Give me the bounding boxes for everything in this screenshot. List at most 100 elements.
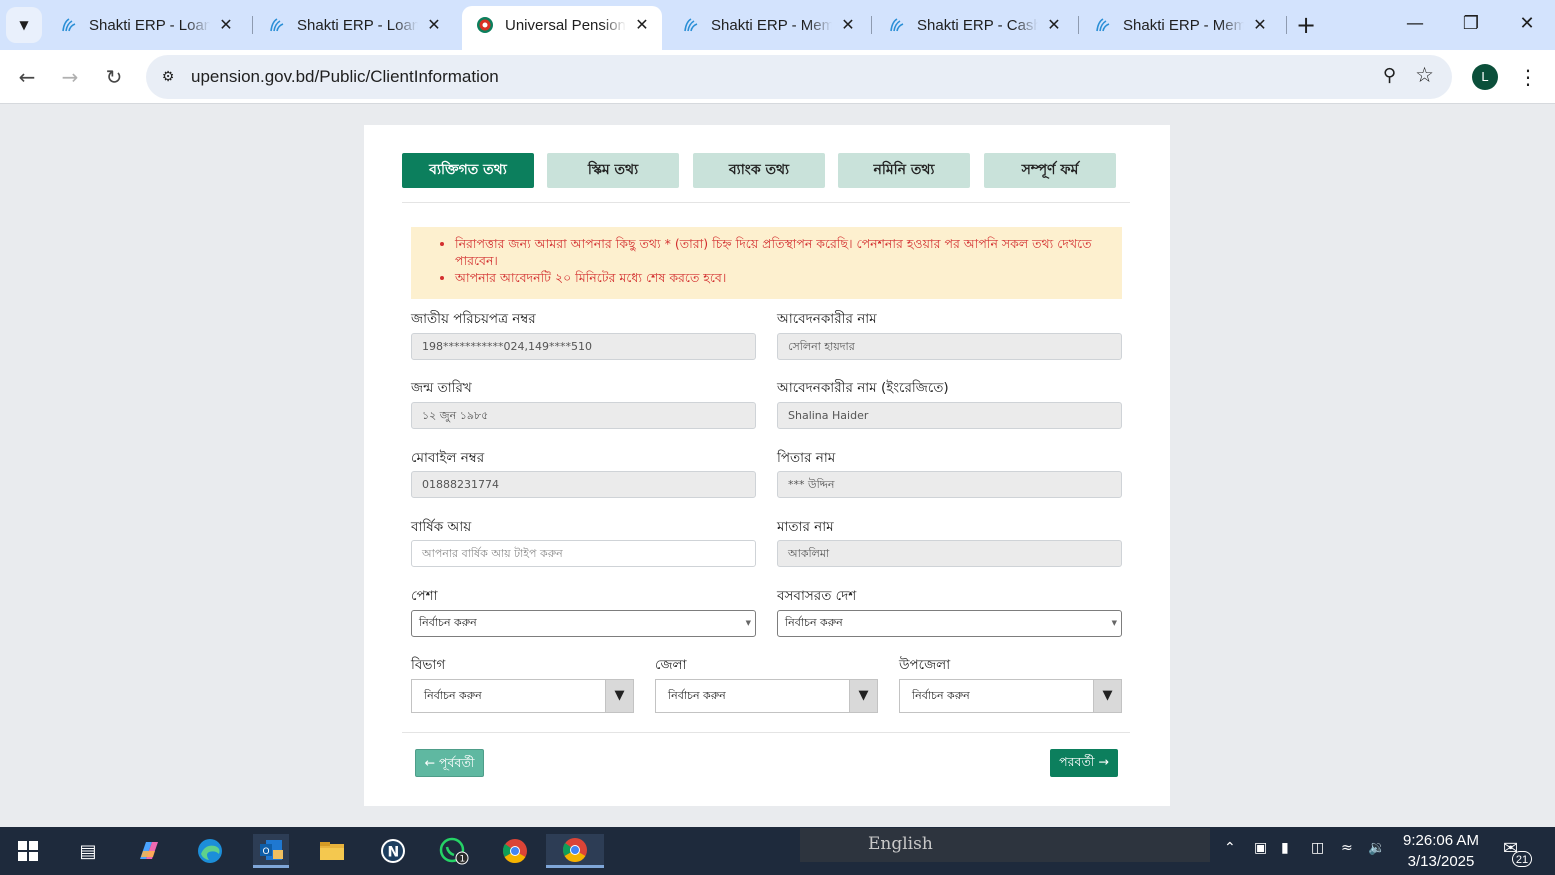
minimize-icon[interactable]: — bbox=[1387, 8, 1443, 40]
tab-separator bbox=[1286, 16, 1287, 34]
step-personal-info[interactable]: ব্যক্তিগত তথ্য bbox=[402, 153, 534, 188]
url-text: upension.gov.bd/Public/ClientInformation bbox=[191, 67, 499, 86]
show-hidden-icons-chevron-icon[interactable]: ⌃ bbox=[1224, 840, 1236, 856]
browser-tab[interactable]: Shakti ERP - Memb ✕ bbox=[668, 6, 868, 44]
district-label: জেলা bbox=[655, 657, 687, 673]
dropdown-arrow-icon[interactable]: ▼ bbox=[849, 680, 877, 712]
close-tab-icon[interactable]: ✕ bbox=[632, 15, 652, 35]
division-selected: নির্বাচন করুন bbox=[424, 689, 482, 702]
ime-language[interactable]: English bbox=[868, 834, 933, 854]
caret-down-icon: ▼ bbox=[745, 619, 751, 627]
profile-avatar[interactable]: L bbox=[1472, 64, 1498, 90]
father-name-label: পিতার নাম bbox=[777, 450, 836, 466]
close-tab-icon[interactable]: ✕ bbox=[424, 15, 444, 35]
copilot-icon[interactable] bbox=[131, 834, 167, 868]
forward-arrow-icon[interactable]: → bbox=[54, 61, 86, 93]
tab-search-button[interactable]: ▼ bbox=[6, 7, 42, 43]
warning-notice: নিরাপত্তার জন্য আমরা আপনার কিছু তথ্য * (… bbox=[411, 227, 1122, 299]
wifi-icon[interactable]: ≈ bbox=[1341, 840, 1353, 856]
annual-income-input[interactable]: আপনার বার্ষিক আয় টাইপ করুন bbox=[411, 540, 756, 567]
nid-field: 198***********024,149****510 bbox=[411, 333, 756, 360]
universal-pension-favicon bbox=[477, 17, 493, 33]
step-nominee-info[interactable]: নমিনি তথ্য bbox=[838, 153, 970, 188]
division-label: বিভাগ bbox=[411, 657, 446, 673]
chrome-icon[interactable] bbox=[497, 834, 533, 868]
chrome-active-icon[interactable] bbox=[546, 834, 604, 868]
divider bbox=[402, 202, 1130, 203]
close-tab-icon[interactable]: ✕ bbox=[1044, 15, 1064, 35]
client-information-card: ব্যক্তিগত তথ্য স্কিম তথ্য ব্যাংক তথ্য নম… bbox=[364, 125, 1170, 806]
district-select[interactable]: নির্বাচন করুন ▼ bbox=[655, 679, 878, 713]
browser-tab[interactable]: Shakti ERP - Cash I ✕ bbox=[874, 6, 1074, 44]
shakti-erp-favicon bbox=[684, 18, 698, 32]
shakti-erp-favicon bbox=[1096, 18, 1110, 32]
profession-select[interactable]: নির্বাচন করুন ▼ bbox=[411, 610, 756, 637]
outlook-icon[interactable]: O bbox=[253, 834, 289, 868]
browser-menu-icon[interactable]: ⋮ bbox=[1516, 62, 1540, 92]
upazila-select[interactable]: নির্বাচন করুন ▼ bbox=[899, 679, 1122, 713]
volume-icon[interactable]: 🔉 bbox=[1368, 840, 1385, 856]
back-arrow-icon[interactable]: ← bbox=[11, 61, 43, 93]
close-tab-icon[interactable]: ✕ bbox=[216, 15, 236, 35]
tab-title: Shakti ERP - Loan I bbox=[297, 16, 418, 34]
restore-icon[interactable]: ❐ bbox=[1443, 8, 1499, 40]
n-app-icon[interactable]: N bbox=[375, 834, 411, 868]
district-selected: নির্বাচন করুন bbox=[668, 689, 726, 702]
caret-down-icon: ▼ bbox=[1111, 619, 1117, 627]
tab-title: Shakti ERP - Loan I bbox=[89, 16, 210, 34]
battery-icon[interactable]: ▮ bbox=[1281, 840, 1289, 856]
zoom-icon[interactable]: ⚲ bbox=[1383, 65, 1396, 86]
browser-tab[interactable]: Shakti ERP - Loan I ✕ bbox=[254, 6, 454, 44]
file-explorer-icon[interactable] bbox=[314, 834, 350, 868]
step-complete-form[interactable]: সম্পূর্ণ ফর্ম bbox=[984, 153, 1116, 188]
dropdown-arrow-icon[interactable]: ▼ bbox=[1093, 680, 1121, 712]
reload-icon[interactable]: ↻ bbox=[98, 61, 130, 93]
previous-button[interactable]: ← পূর্ববর্তী bbox=[415, 749, 484, 777]
system-clock[interactable]: 9:26:06 AM 3/13/2025 bbox=[1396, 830, 1486, 872]
tab-title: Shakti ERP - Memb bbox=[711, 16, 832, 34]
dropdown-arrow-icon[interactable]: ▼ bbox=[605, 680, 633, 712]
browser-tab[interactable]: Shakti ERP - Memb ✕ bbox=[1080, 6, 1280, 44]
windows-start-icon[interactable] bbox=[10, 834, 46, 868]
clock-date: 3/13/2025 bbox=[1407, 853, 1475, 870]
edge-icon[interactable] bbox=[192, 834, 228, 868]
next-button[interactable]: পরবর্তী → bbox=[1050, 749, 1118, 777]
tab-title: Universal Pension bbox=[505, 16, 626, 34]
step-scheme-info[interactable]: স্কিম তথ্য bbox=[547, 153, 679, 188]
close-window-icon[interactable]: ✕ bbox=[1499, 8, 1555, 40]
close-tab-icon[interactable]: ✕ bbox=[1250, 15, 1270, 35]
residence-country-select[interactable]: নির্বাচন করুন ▼ bbox=[777, 610, 1122, 637]
bookmark-star-icon[interactable]: ☆ bbox=[1415, 63, 1434, 87]
applicant-name-en-label: আবেদনকারীর নাম (ইংরেজিতে) bbox=[777, 380, 949, 396]
whatsapp-icon[interactable]: 1 bbox=[436, 834, 472, 868]
division-select[interactable]: নির্বাচন করুন ▼ bbox=[411, 679, 634, 713]
svg-text:N: N bbox=[388, 845, 400, 861]
shakti-erp-favicon bbox=[62, 18, 76, 32]
ime-language-bar[interactable] bbox=[800, 828, 1210, 862]
meet-now-icon[interactable]: ▣ bbox=[1254, 840, 1267, 856]
profession-selected: নির্বাচন করুন bbox=[419, 616, 477, 629]
new-tab-plus-icon[interactable]: + bbox=[1292, 12, 1320, 40]
chevron-down-icon: ▼ bbox=[19, 18, 29, 32]
task-view-icon[interactable]: ▤ bbox=[70, 834, 106, 868]
residence-country-selected: নির্বাচন করুন bbox=[785, 616, 843, 629]
applicant-name-field: সেলিনা হায়দার bbox=[777, 333, 1122, 360]
shakti-erp-favicon bbox=[270, 18, 284, 32]
browser-tab[interactable]: Shakti ERP - Loan I ✕ bbox=[46, 6, 246, 44]
browser-tab-active[interactable]: Universal Pension ✕ bbox=[462, 6, 662, 50]
site-settings-icon[interactable]: ⚙ bbox=[158, 67, 178, 87]
tab-separator bbox=[1078, 16, 1079, 34]
clock-time: 9:26:06 AM bbox=[1403, 832, 1479, 849]
address-bar[interactable]: ⚙ upension.gov.bd/Public/ClientInformati… bbox=[146, 55, 1452, 99]
divider bbox=[402, 732, 1130, 733]
tab-title: Shakti ERP - Cash I bbox=[917, 16, 1038, 34]
nid-label: জাতীয় পরিচয়পত্র নম্বর bbox=[411, 311, 536, 327]
whatsapp-badge: 1 bbox=[460, 855, 466, 865]
upazila-selected: নির্বাচন করুন bbox=[912, 689, 970, 702]
close-tab-icon[interactable]: ✕ bbox=[838, 15, 858, 35]
device-icon[interactable]: ◫ bbox=[1311, 840, 1324, 856]
shakti-erp-favicon bbox=[890, 18, 904, 32]
residence-country-label: বসবাসরত দেশ bbox=[777, 588, 857, 604]
notice-item: নিরাপত্তার জন্য আমরা আপনার কিছু তথ্য * (… bbox=[455, 235, 1108, 269]
step-bank-info[interactable]: ব্যাংক তথ্য bbox=[693, 153, 825, 188]
